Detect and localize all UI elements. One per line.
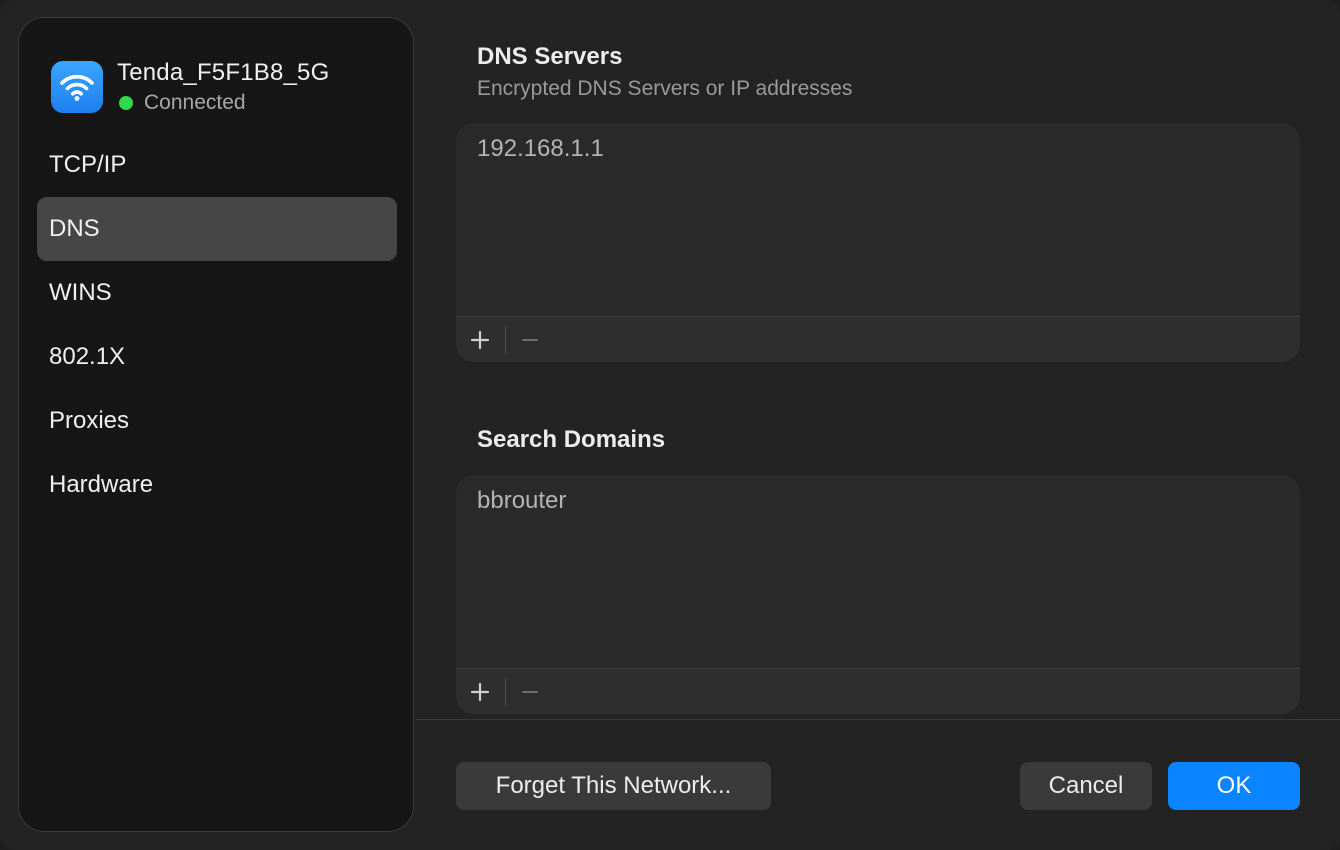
toolbar-separator [505, 677, 506, 707]
network-header: Tenda_F5F1B8_5G Connected [51, 58, 329, 116]
sidebar-nav: TCP/IP DNS WINS 802.1X Proxies Hardware [37, 133, 397, 517]
network-details-window: Tenda_F5F1B8_5G Connected TCP/IP DNS WIN… [0, 0, 1340, 850]
sidebar-item-hardware[interactable]: Hardware [37, 453, 397, 517]
sidebar: Tenda_F5F1B8_5G Connected TCP/IP DNS WIN… [18, 17, 414, 832]
search-domains-title: Search Domains [477, 426, 666, 453]
search-domains-list[interactable]: bbrouter [456, 475, 1300, 714]
ok-button[interactable]: OK [1168, 762, 1300, 810]
search-domain-entry[interactable]: bbrouter [477, 487, 566, 515]
minus-icon [522, 339, 538, 341]
remove-dns-server-button[interactable] [513, 323, 547, 357]
toolbar-separator [505, 325, 506, 355]
dns-servers-list[interactable]: 192.168.1.1 [456, 123, 1300, 362]
sidebar-item-dns[interactable]: DNS [37, 197, 397, 261]
add-dns-server-button[interactable] [463, 323, 497, 357]
sidebar-item-proxies[interactable]: Proxies [37, 389, 397, 453]
dns-servers-title: DNS Servers [477, 43, 623, 70]
network-status: Connected [117, 90, 329, 116]
remove-search-domain-button[interactable] [513, 675, 547, 709]
plus-icon [470, 330, 490, 350]
wifi-icon [51, 61, 103, 113]
sidebar-item-8021x[interactable]: 802.1X [37, 325, 397, 389]
footer-divider [416, 719, 1340, 720]
sidebar-item-label: WINS [49, 279, 112, 306]
sidebar-item-label: 802.1X [49, 343, 126, 370]
dns-servers-subtitle: Encrypted DNS Servers or IP addresses [477, 77, 853, 100]
network-status-label: Connected [144, 91, 246, 114]
status-dot-icon [119, 96, 133, 110]
network-name: Tenda_F5F1B8_5G [117, 59, 330, 86]
add-search-domain-button[interactable] [463, 675, 497, 709]
sidebar-item-label: Hardware [49, 471, 154, 498]
cancel-button[interactable]: Cancel [1020, 762, 1152, 810]
dns-servers-toolbar [456, 316, 1300, 362]
sidebar-item-label: DNS [49, 215, 100, 242]
minus-icon [522, 691, 538, 693]
dns-server-entry[interactable]: 192.168.1.1 [477, 135, 604, 163]
plus-icon [470, 682, 490, 702]
forget-network-button[interactable]: Forget This Network... [456, 762, 771, 810]
search-domains-toolbar [456, 668, 1300, 714]
sidebar-item-wins[interactable]: WINS [37, 261, 397, 325]
sidebar-item-label: Proxies [49, 407, 130, 434]
sidebar-item-label: TCP/IP [49, 151, 127, 178]
sidebar-item-tcpip[interactable]: TCP/IP [37, 133, 397, 197]
